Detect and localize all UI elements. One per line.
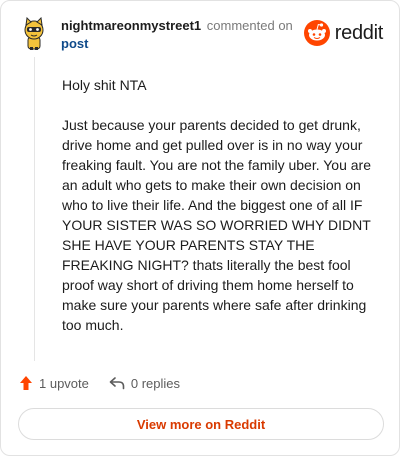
reddit-logo[interactable]: reddit bbox=[303, 19, 384, 47]
comment-paragraph: Just because your parents decided to get… bbox=[62, 117, 371, 333]
user-avatar[interactable] bbox=[19, 16, 49, 51]
embedded-comment-card: nightmareonmystreet1 commented on post r… bbox=[0, 0, 400, 456]
replies-count: 0 replies bbox=[130, 375, 181, 391]
upvote-button[interactable]: 1 upvote bbox=[19, 375, 89, 391]
view-more-button[interactable]: View more on Reddit bbox=[18, 408, 384, 440]
replies-button[interactable]: 0 replies bbox=[109, 376, 180, 391]
upvote-count: 1 upvote bbox=[39, 375, 89, 391]
post-link[interactable]: post bbox=[61, 36, 88, 52]
comment-actions: 1 upvote 0 replies bbox=[19, 373, 180, 393]
comment-paragraph: Holy shit NTA bbox=[62, 77, 147, 93]
thread-line bbox=[34, 57, 35, 361]
reddit-snoo-icon bbox=[303, 20, 330, 46]
reddit-wordmark: reddit bbox=[334, 21, 384, 44]
author-username[interactable]: nightmareonmystreet1 bbox=[61, 18, 201, 33]
reply-arrow-icon bbox=[109, 377, 125, 390]
upvote-arrow-icon bbox=[20, 376, 32, 390]
author-line: nightmareonmystreet1 commented on bbox=[61, 18, 293, 34]
comment-body: Holy shit NTA Just because your parents … bbox=[62, 75, 374, 355]
action-text: commented on bbox=[206, 18, 293, 33]
avatar-icon bbox=[24, 16, 44, 50]
comment-header: nightmareonmystreet1 commented on post r… bbox=[19, 15, 385, 55]
